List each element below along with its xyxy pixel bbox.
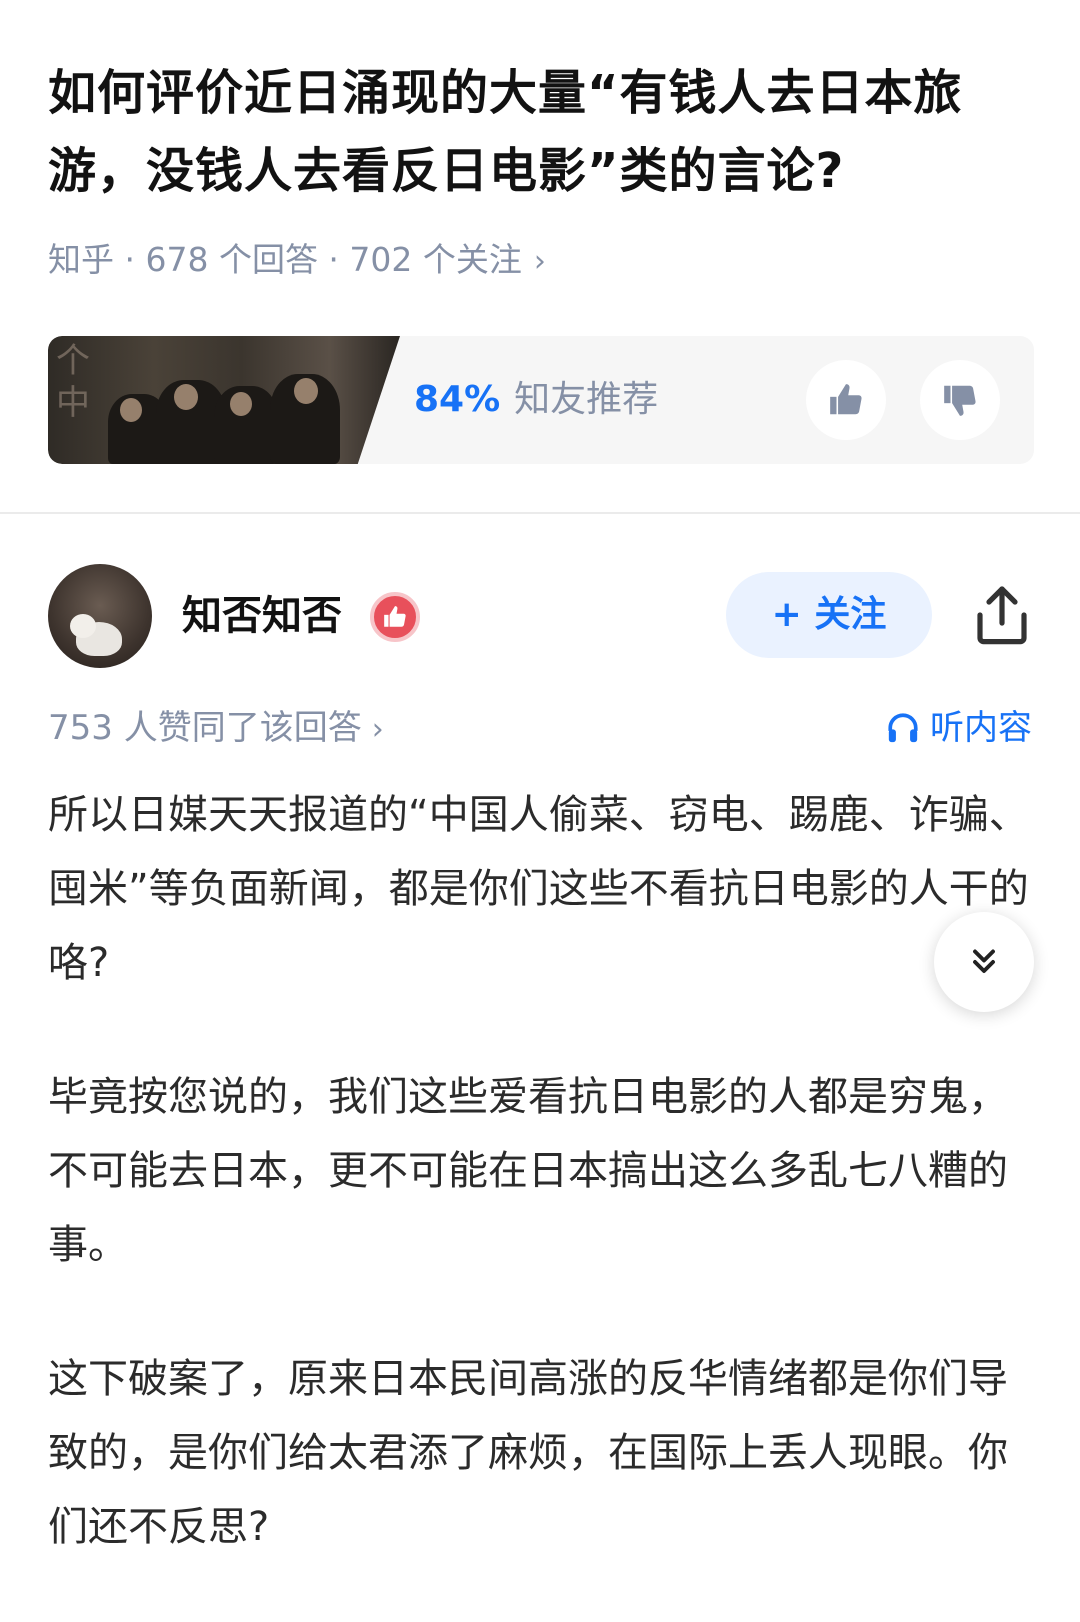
listen-button[interactable]: 听内容: [886, 702, 1032, 754]
question-card: 如何评价近日涌现的大量“有钱人去日本旅游，没钱人去看反日电影”类的言论? 知乎 …: [0, 0, 1080, 512]
vote-count[interactable]: 753 人赞同了该回答 ›: [48, 702, 384, 756]
answer-paragraph: 毕竟按您说的，我们这些爱看抗日电影的人都是穷鬼，不可能去日本，更不可能在日本搞出…: [48, 1074, 1008, 1268]
thumbs-up-badge-icon: [384, 606, 406, 627]
question-meta[interactable]: 知乎 · 678 个回答 · 702 个关注 ›: [48, 234, 546, 288]
answer-paragraph: 所以日媒天天报道的“中国人偷菜、窃电、踢鹿、诈骗、囤米”等负面新闻，都是你们这些…: [48, 792, 1029, 986]
video-thumbnail[interactable]: 个 中: [48, 336, 400, 464]
thumbs-up-button[interactable]: [806, 360, 886, 440]
author-avatar[interactable]: [48, 564, 152, 668]
recommend-label: 知友推荐: [514, 379, 659, 420]
recommendation-bar: 个 中 84% 知友推荐: [48, 336, 1034, 464]
thumbs-down-icon: [944, 385, 976, 416]
answer-page: 如何评价近日涌现的大量“有钱人去日本旅游，没钱人去看反日电影”类的言论? 知乎 …: [0, 0, 1080, 1622]
double-chevron-down-icon: [973, 949, 995, 973]
chevron-right-icon: ›: [533, 244, 546, 279]
thumbs-down-button[interactable]: [920, 360, 1000, 440]
author-badge[interactable]: [370, 592, 420, 642]
recommendation-text: 84% 知友推荐: [414, 374, 658, 426]
headphones-icon: [888, 713, 918, 743]
share-icon: [977, 586, 1027, 645]
share-button[interactable]: [970, 578, 1034, 652]
thumbs-up-icon: [830, 384, 862, 415]
question-title[interactable]: 如何评价近日涌现的大量“有钱人去日本旅游，没钱人去看反日电影”类的言论?: [48, 54, 1038, 210]
section-divider: [0, 512, 1080, 514]
chevron-right-icon: ›: [371, 712, 384, 747]
recommend-percent: 84%: [414, 379, 501, 420]
answer-paragraph: 这下破案了，原来日本民间高涨的反华情绪都是你们导致的，是你们给太君添了麻烦，在国…: [48, 1356, 1008, 1550]
vote-count-text: 753 人赞同了该回答: [48, 708, 362, 748]
thumbnail-glyphs: 个 中: [56, 341, 90, 423]
listen-label: 听内容: [930, 708, 1032, 748]
author-name[interactable]: 知否知否: [182, 588, 342, 644]
answer-content: 所以日媒天天报道的“中国人偷菜、窃电、踢鹿、诈骗、囤米”等负面新闻，都是你们这些…: [48, 778, 1038, 1622]
expand-button[interactable]: [934, 912, 1034, 1012]
follow-button[interactable]: + 关注: [726, 572, 932, 658]
question-meta-text: 知乎 · 678 个回答 · 702 个关注: [48, 240, 522, 279]
